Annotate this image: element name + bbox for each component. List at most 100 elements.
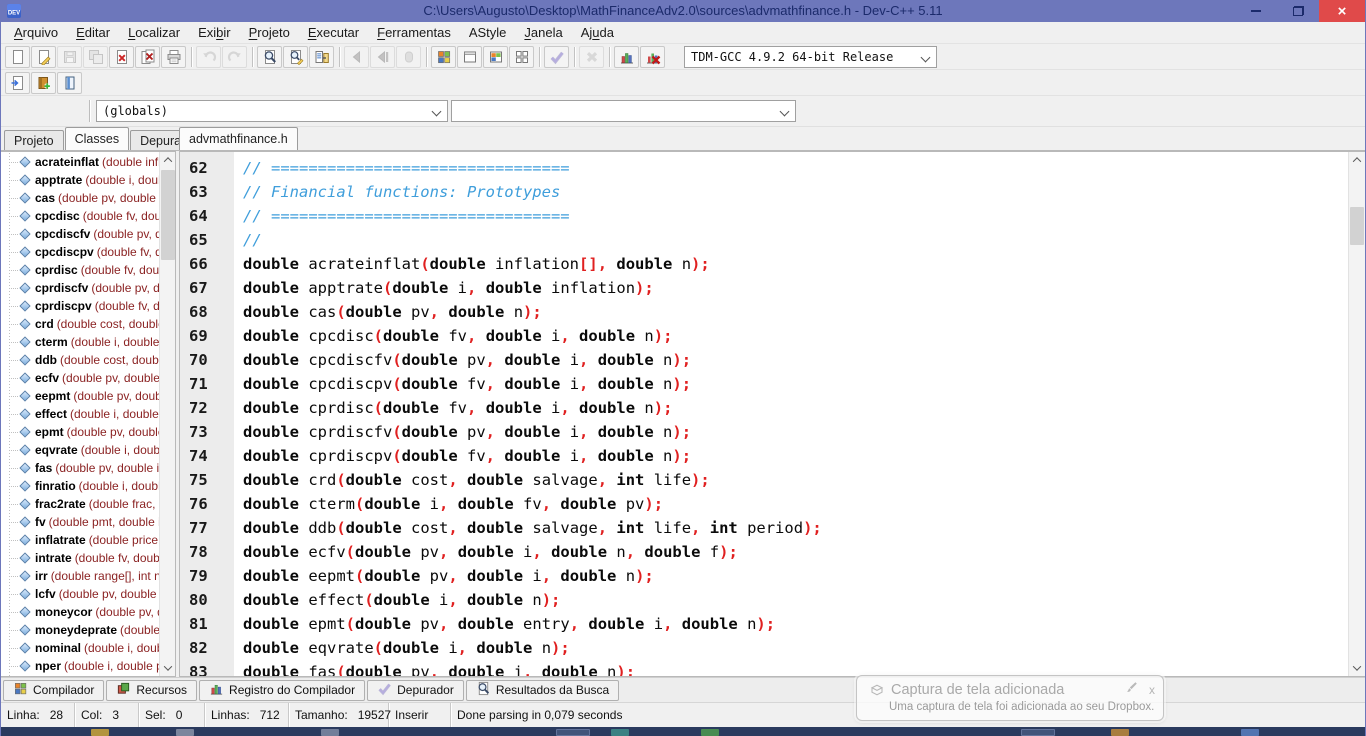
menu-janela[interactable]: Janela [515,22,571,43]
class-browser-item-intrate[interactable]: intrate(double fv, double pv, double n) [1,549,159,567]
close-file-button[interactable] [109,45,134,68]
goto-line-button[interactable] [309,45,334,68]
open-file-button[interactable] [31,45,56,68]
bottom-tab-resultados-da-busca[interactable]: Resultados da Busca [465,679,620,701]
class-browser-item-cpcdisc[interactable]: cpcdisc(double fv, double i, double n) [1,207,159,225]
bottom-tab-registro-do-compilador[interactable]: Registro do Compilador [199,679,366,701]
class-browser-item-epmt[interactable]: epmt(double pv, double entry, double i, … [1,423,159,441]
stop-button[interactable] [396,45,421,68]
member-combo[interactable] [451,100,796,122]
insert-button[interactable] [5,71,30,94]
restore-button[interactable] [1277,0,1319,22]
forward-button[interactable] [370,45,395,68]
editor-scrollbar[interactable] [1348,152,1365,676]
save-all-button[interactable] [83,45,108,68]
code-editor[interactable]: 62 63 64 65 66 67 68 69 70 71 72 73 74 75 76 77 78 79 80 81… [179,151,1365,677]
scroll-up-icon[interactable] [160,152,175,168]
scope-combo[interactable]: (globals) [96,100,448,122]
menu-astyle[interactable]: AStyle [460,22,516,43]
goto-bookmarks-button[interactable] [57,71,82,94]
taskbar-app-icon[interactable] [611,729,629,736]
toast-close-button[interactable]: x [1149,683,1155,697]
code-text[interactable]: // ================================ // Fi… [234,152,1348,676]
class-browser-item-cprdisc[interactable]: cprdisc(double fv, double i, double n) [1,261,159,279]
class-browser-item-crd[interactable]: crd(double cost, double salvage, int lif… [1,315,159,333]
class-browser-item-lcfv[interactable]: lcfv(double pv, double i, double n) [1,585,159,603]
class-browser-item-fv[interactable]: fv(double pmt, double i, double n) [1,513,159,531]
print-button[interactable] [161,45,186,68]
class-browser-item-apptrate[interactable]: apptrate(double i, double inflation) [1,171,159,189]
run-button[interactable] [457,45,482,68]
compile-run-button[interactable] [483,45,508,68]
brush-icon[interactable] [1123,680,1139,699]
class-browser-item-moneycor[interactable]: moneycor(double pv, double i, double n) [1,603,159,621]
scroll-down-icon[interactable] [1349,660,1365,676]
close-window-button[interactable]: × [1319,0,1365,22]
windows-taskbar[interactable] [1,727,1365,736]
menu-ajuda[interactable]: Ajuda [572,22,623,43]
taskbar-app-icon[interactable] [1111,729,1129,736]
tab-advmathfinance-h[interactable]: advmathfinance.h [179,127,298,150]
compiler-combo[interactable]: TDM-GCC 4.9.2 64-bit Release [684,46,937,68]
class-browser-item-cas[interactable]: cas (double pv, double n) [1,189,159,207]
toggle-bookmarks-button[interactable] [31,71,56,94]
minimize-button[interactable] [1235,0,1277,22]
menu-arquivo[interactable]: Arquivo [5,22,67,43]
bottom-tab-recursos[interactable]: Recursos [106,679,198,701]
class-browser-item-moneydeprate[interactable]: moneydeprate(double pv, double i) [1,621,159,639]
menu-ferramentas[interactable]: Ferramentas [368,22,460,43]
bottom-tab-depurador[interactable]: Depurador [367,679,464,701]
class-browser-item-cpcdiscpv[interactable]: cpcdiscpv(double fv, double i, double n) [1,243,159,261]
class-browser-item-acrateinflat[interactable]: acrateinflat(double inflation[], double … [1,153,159,171]
syntax-check-button[interactable] [544,45,569,68]
class-browser-item-irr[interactable]: irr (double range[], int n) [1,567,159,585]
taskbar-app-icon[interactable] [91,729,109,736]
tab-classes[interactable]: Classes [64,127,130,150]
menu-executar[interactable]: Executar [299,22,368,43]
class-browser-item-inflatrate[interactable]: inflatrate(double price, double n) [1,531,159,549]
class-browser-item-nominal[interactable]: nominal(double i, double n) [1,639,159,657]
bottom-tab-compilador[interactable]: Compilador [3,679,105,701]
abort-button[interactable] [579,45,604,68]
menu-localizar[interactable]: Localizar [119,22,189,43]
taskbar-app-icon[interactable] [1241,729,1259,736]
class-browser-item-cprdiscfv[interactable]: cprdiscfv(double pv, double i, double n) [1,279,159,297]
delete-profile-button[interactable] [640,45,665,68]
scroll-up-icon[interactable] [1349,152,1365,168]
find-button[interactable] [257,45,282,68]
class-browser-item-nper[interactable]: nper(double i, double pv, double fv) [1,657,159,675]
class-browser-item-ecfv[interactable]: ecfv(double pv, double i, double n, doub… [1,369,159,387]
tab-projeto[interactable]: Projeto [4,130,64,150]
class-browser-item-eepmt[interactable]: eepmt(double pv, double i, double n) [1,387,159,405]
menu-editar[interactable]: Editar [67,22,119,43]
menu-exibir[interactable]: Exibir [189,22,240,43]
back-button[interactable] [344,45,369,68]
taskbar-app-icon[interactable] [701,729,719,736]
new-file-button[interactable] [5,45,30,68]
close-all-button[interactable] [135,45,160,68]
compile-button[interactable] [431,45,456,68]
class-browser-item-fas[interactable]: fas(double pv, double i, double n) [1,459,159,477]
redo-button[interactable] [222,45,247,68]
taskbar-app-icon[interactable] [1021,729,1055,736]
menu-projeto[interactable]: Projeto [240,22,299,43]
replace-button[interactable] [283,45,308,68]
class-browser-item-cpcdiscfv[interactable]: cpcdiscfv(double pv, double i, double n) [1,225,159,243]
save-button[interactable] [57,45,82,68]
class-browser-item-ddb[interactable]: ddb(double cost, double salvage, int lif… [1,351,159,369]
taskbar-app-icon[interactable] [321,729,339,736]
undo-button[interactable] [196,45,221,68]
scrollbar-thumb[interactable] [1350,207,1364,245]
class-browser-scrollbar[interactable] [159,152,175,676]
class-browser-item-effect[interactable]: effect(double i, double n) [1,405,159,423]
profile-button[interactable] [614,45,639,68]
scroll-down-icon[interactable] [160,660,175,676]
taskbar-app-icon[interactable] [176,729,194,736]
class-browser-item-eqvrate[interactable]: eqvrate(double i, double n) [1,441,159,459]
scrollbar-thumb[interactable] [161,170,175,260]
class-browser-item-finratio[interactable]: finratio(double i, double n) [1,477,159,495]
class-browser-item-frac2rate[interactable]: frac2rate(double frac, double n) [1,495,159,513]
class-browser-item-cprdiscpv[interactable]: cprdiscpv(double fv, double i, double n) [1,297,159,315]
rebuild-button[interactable] [509,45,534,68]
class-browser-item-cterm[interactable]: cterm(double i, double fv, double pv) [1,333,159,351]
